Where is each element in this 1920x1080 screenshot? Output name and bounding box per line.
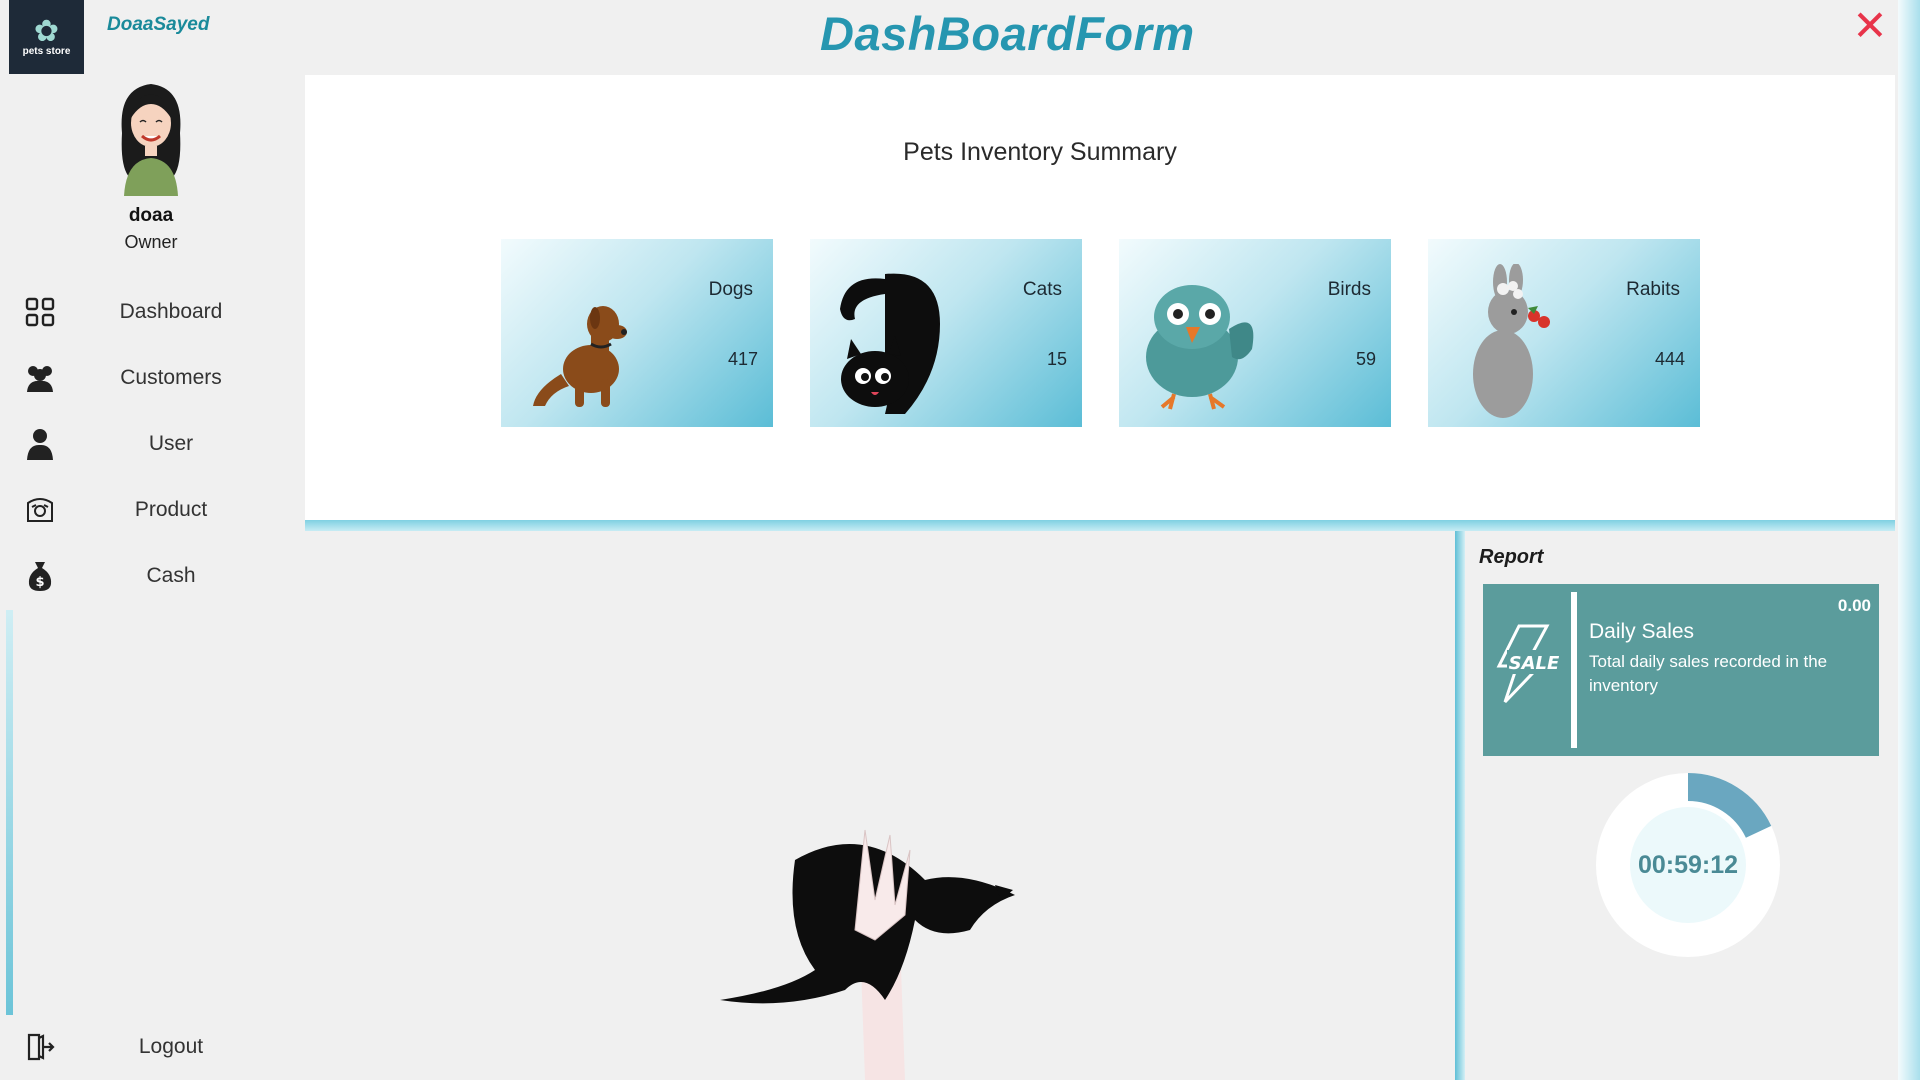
- sale-bolt-icon: SALE: [1496, 624, 1561, 704]
- card-count: 417: [727, 349, 758, 369]
- sale-icon-text: SALE: [1509, 653, 1560, 674]
- paw-icon: ✿: [33, 15, 60, 48]
- sidebar-item-cash[interactable]: $ Cash: [20, 551, 302, 601]
- inventory-card-dogs[interactable]: Dogs 417: [501, 239, 773, 427]
- card-count: 15: [1046, 349, 1067, 369]
- user-role: Owner: [124, 232, 178, 252]
- sidebar-item-product[interactable]: Product: [20, 485, 302, 535]
- brand-name: DoaaSayed: [107, 14, 210, 35]
- user-name: doaa: [128, 205, 174, 226]
- summary-divider: [305, 520, 1895, 531]
- sidebar-item-user[interactable]: User: [20, 419, 302, 469]
- bird-icon: [1146, 285, 1254, 410]
- page-title: DashBoardForm: [820, 7, 1195, 60]
- rabbit-icon: [1473, 264, 1550, 418]
- timer-text: 00:59:12: [1637, 850, 1739, 879]
- daily-sales-card: SALE 0.00 Daily Sales Total daily sales …: [1483, 584, 1879, 756]
- report-title: Report: [1479, 546, 1544, 568]
- card-label: Birds: [1327, 279, 1371, 300]
- sidebar-item-label: User: [148, 432, 194, 455]
- sidebar-item-label: Product: [134, 498, 208, 521]
- cat-icon: [840, 273, 940, 414]
- logo-text: pets store: [22, 46, 71, 57]
- inventory-card-rabbits[interactable]: Rabits 444: [1428, 239, 1700, 427]
- card-label: Cats: [1022, 279, 1062, 300]
- inventory-card-cats[interactable]: Cats 15: [810, 239, 1082, 427]
- sidebar-item-label: Dashboard: [119, 300, 223, 323]
- report-divider: [1455, 531, 1465, 1080]
- dog-icon: [533, 306, 627, 407]
- sidebar-item-dashboard[interactable]: Dashboard: [20, 287, 302, 337]
- daily-sales-title: Daily Sales: [1589, 620, 1695, 643]
- sidebar-item-customers[interactable]: Customers: [20, 353, 302, 403]
- sale-card-divider: [1571, 592, 1577, 748]
- user-avatar: [121, 84, 181, 196]
- app-logo: ✿ pets store: [9, 0, 84, 74]
- summary-title: Pets Inventory Summary: [903, 138, 1177, 166]
- window-right-edge: [1898, 0, 1920, 1080]
- card-count: 59: [1355, 349, 1376, 369]
- card-label: Rabits: [1626, 279, 1680, 300]
- daily-sales-description: Total daily sales recorded in the invent…: [1589, 652, 1828, 695]
- session-timer: 00:59:12: [1590, 767, 1786, 963]
- close-button[interactable]: ✕: [1850, 4, 1890, 48]
- inventory-card-birds[interactable]: Birds 59: [1119, 239, 1391, 427]
- daily-sales-value: 0.00: [1837, 596, 1871, 615]
- logout-button[interactable]: Logout: [20, 1022, 302, 1072]
- card-count: 444: [1654, 349, 1685, 369]
- sidebar-accent-bar: [6, 610, 13, 1015]
- sidebar-item-label: Cash: [146, 564, 196, 587]
- logout-label: Logout: [138, 1035, 204, 1058]
- card-label: Dogs: [708, 279, 753, 300]
- cat-in-hands-illustration: [720, 829, 1015, 1080]
- sidebar-item-label: Customers: [120, 366, 222, 389]
